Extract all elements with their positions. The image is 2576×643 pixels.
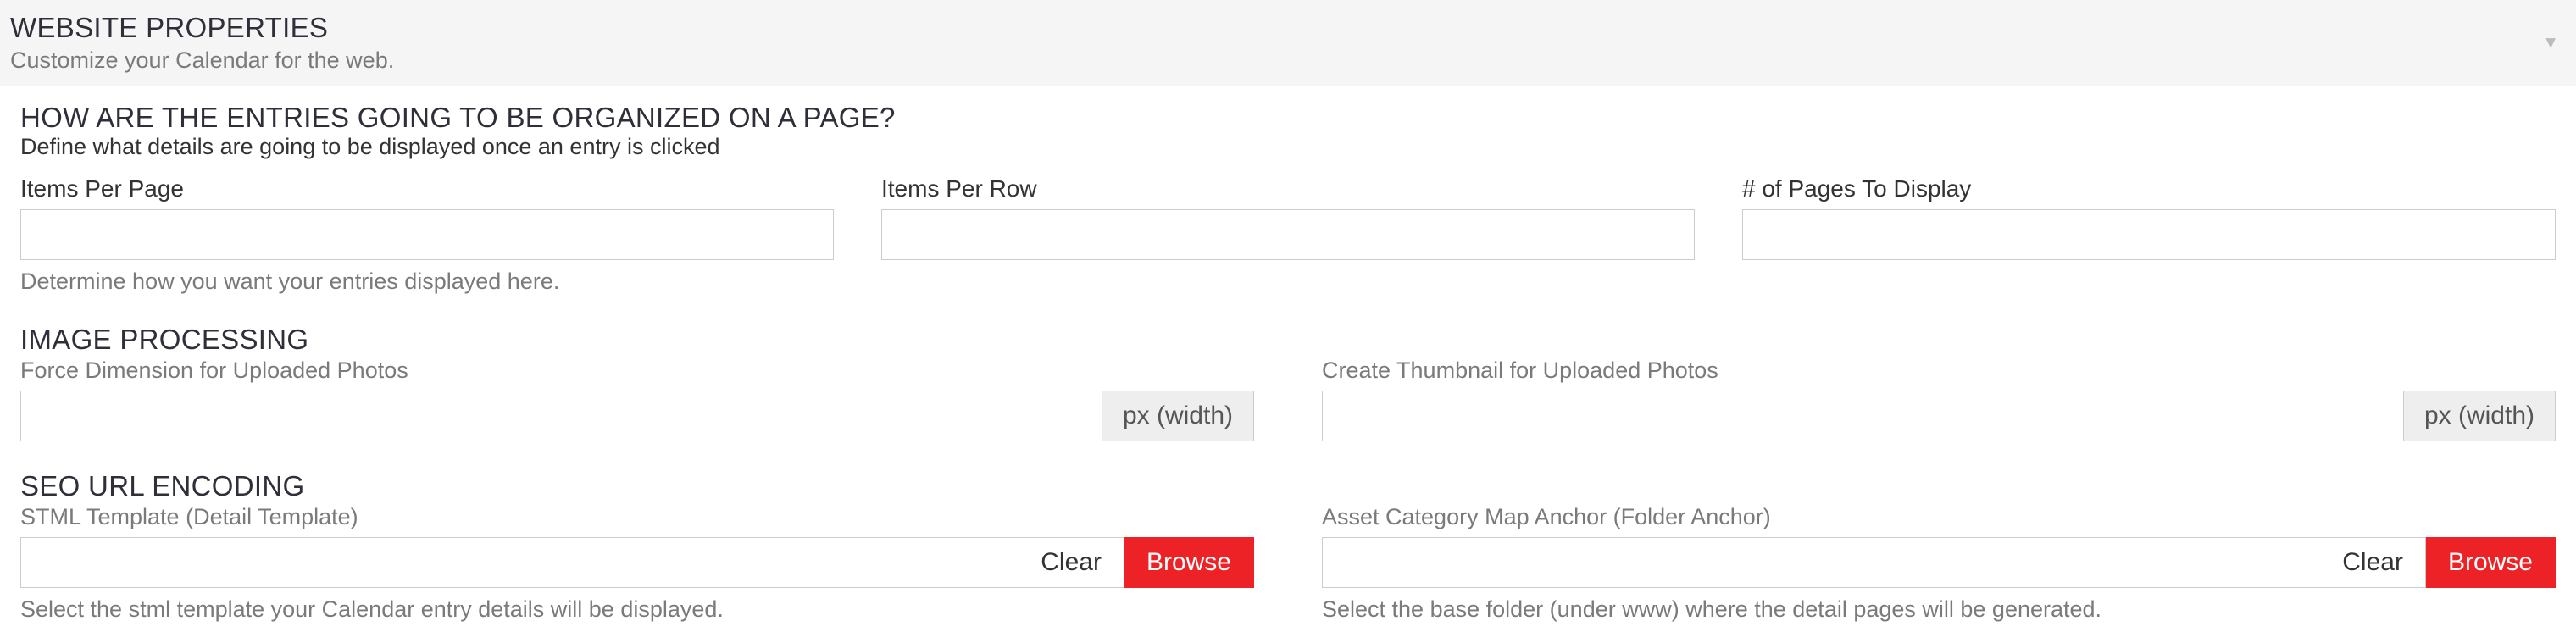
section-organization: HOW ARE THE ENTRIES GOING TO BE ORGANIZE… bbox=[20, 102, 2556, 295]
pages-to-display-label: # of Pages To Display bbox=[1742, 175, 2556, 202]
pages-to-display-input[interactable] bbox=[1742, 209, 2556, 260]
section-subtitle: Define what details are going to be disp… bbox=[20, 134, 2556, 160]
stml-template-input[interactable] bbox=[20, 537, 1019, 588]
force-dimension-label: Force Dimension for Uploaded Photos bbox=[20, 358, 1254, 384]
items-per-page-label: Items Per Page bbox=[20, 175, 834, 202]
items-per-row-label: Items Per Row bbox=[881, 175, 1695, 202]
panel-body: HOW ARE THE ENTRIES GOING TO BE ORGANIZE… bbox=[0, 86, 2576, 643]
anchor-label: Asset Category Map Anchor (Folder Anchor… bbox=[1322, 504, 2556, 530]
panel-header[interactable]: WEBSITE PROPERTIES Customize your Calend… bbox=[0, 0, 2576, 86]
section-title: HOW ARE THE ENTRIES GOING TO BE ORGANIZE… bbox=[20, 102, 2556, 134]
section-seo: SEO URL ENCODING STML Template (Detail T… bbox=[20, 470, 2556, 623]
org-help-text: Determine how you want your entries disp… bbox=[20, 269, 834, 295]
px-width-addon: px (width) bbox=[1102, 391, 1254, 441]
px-width-addon: px (width) bbox=[2403, 391, 2556, 441]
clear-button[interactable]: Clear bbox=[1019, 537, 1124, 588]
clear-button[interactable]: Clear bbox=[2320, 537, 2426, 588]
section-image-processing: IMAGE PROCESSING Force Dimension for Upl… bbox=[20, 324, 2556, 441]
anchor-input[interactable] bbox=[1322, 537, 2320, 588]
force-dimension-input[interactable] bbox=[20, 391, 1102, 441]
thumbnail-label: Create Thumbnail for Uploaded Photos bbox=[1322, 358, 2556, 384]
browse-button[interactable]: Browse bbox=[1124, 537, 1254, 588]
panel-title: WEBSITE PROPERTIES bbox=[10, 12, 2559, 44]
stml-template-label: STML Template (Detail Template) bbox=[20, 504, 1254, 530]
items-per-page-input[interactable] bbox=[20, 209, 834, 260]
items-per-row-input[interactable] bbox=[881, 209, 1695, 260]
section-title: IMAGE PROCESSING bbox=[20, 324, 2556, 356]
panel-subtitle: Customize your Calendar for the web. bbox=[10, 47, 2559, 74]
chevron-down-icon[interactable]: ▼ bbox=[2542, 33, 2559, 53]
stml-help-text: Select the stml template your Calendar e… bbox=[20, 596, 1254, 623]
anchor-help-text: Select the base folder (under www) where… bbox=[1322, 596, 2556, 623]
section-title: SEO URL ENCODING bbox=[20, 470, 2556, 502]
thumbnail-input[interactable] bbox=[1322, 391, 2403, 441]
browse-button[interactable]: Browse bbox=[2426, 537, 2556, 588]
